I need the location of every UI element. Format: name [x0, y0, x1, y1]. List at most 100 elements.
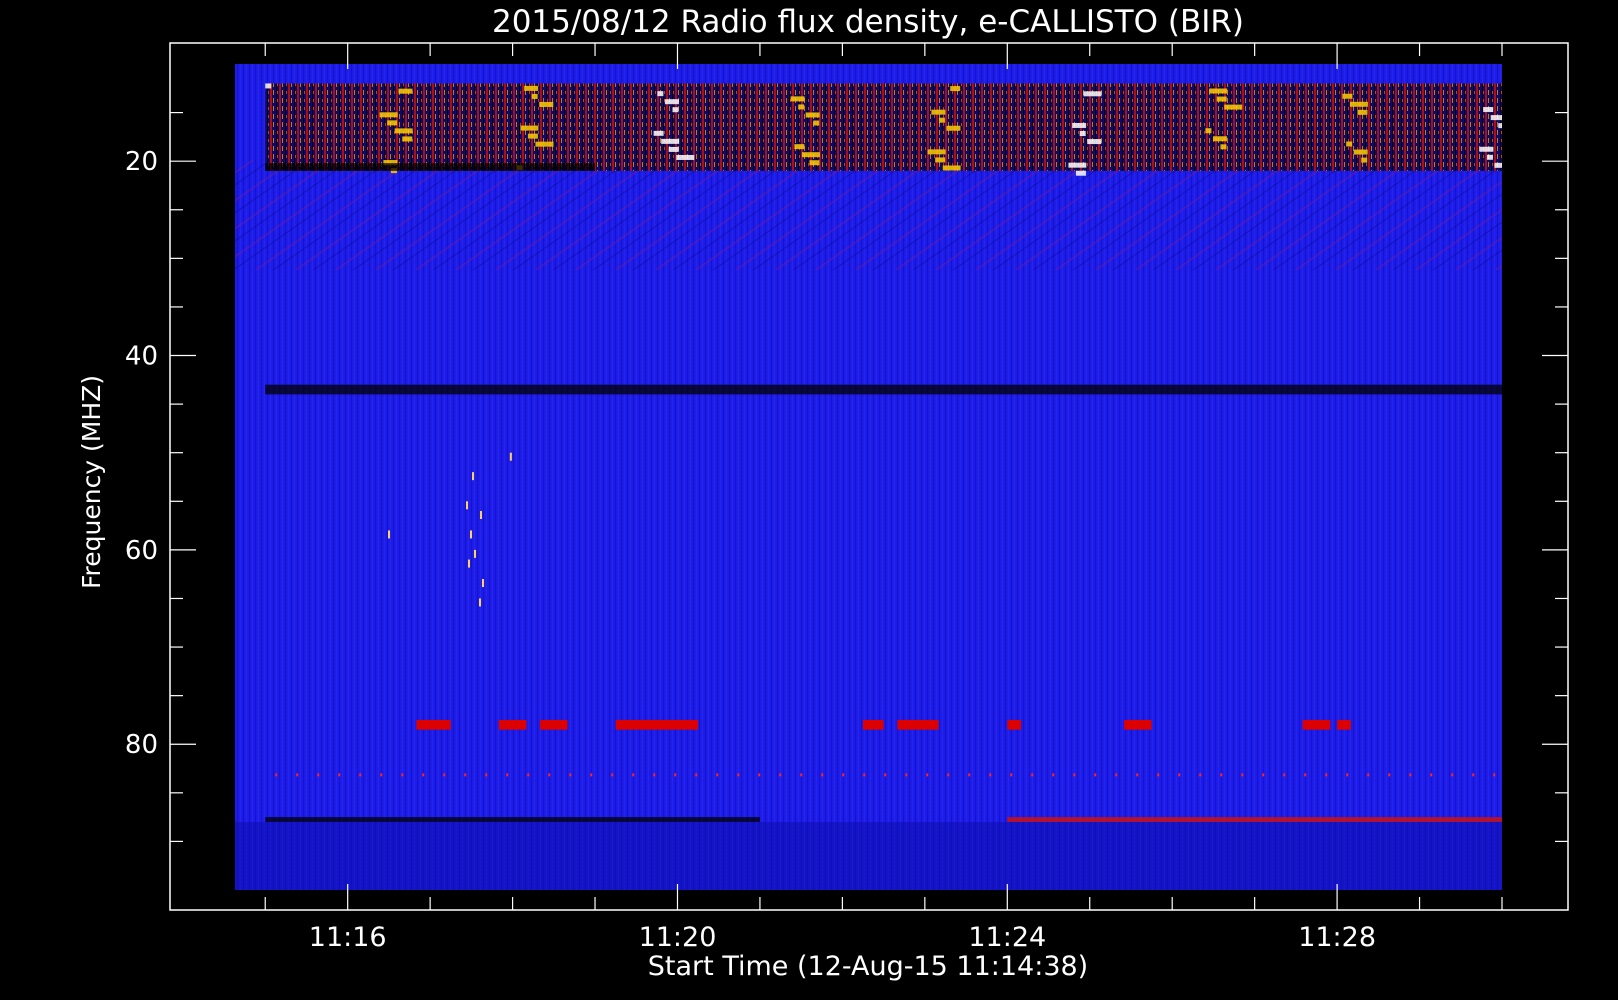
rfi-streak [942, 165, 961, 171]
rfi-streak [664, 99, 679, 105]
rfi-streak [1216, 96, 1227, 102]
y-tick-label: 40 [125, 342, 158, 372]
rfi-streak [1494, 162, 1502, 168]
dot-83mhz [758, 773, 761, 777]
lower-band-shade [235, 821, 1502, 890]
rfi-streak [1220, 144, 1227, 150]
dot-83mhz [443, 773, 446, 777]
rfi-streak [790, 96, 805, 102]
dot-83mhz [737, 773, 740, 777]
dot-83mhz [1409, 773, 1412, 777]
rfi-streak [265, 83, 272, 89]
dot-83mhz [1262, 773, 1265, 777]
rfi-streak [398, 88, 413, 94]
rfi-streak [661, 138, 680, 144]
rfi-streak [1209, 88, 1228, 94]
rfi-streak [1224, 104, 1243, 110]
rfi-streak [657, 91, 664, 97]
rfi-streak [379, 112, 398, 118]
rfi-streak [531, 93, 538, 99]
dot-83mhz [317, 773, 320, 777]
short-burst [466, 501, 468, 510]
dot-83mhz [1451, 773, 1454, 777]
rfi-streak [798, 104, 805, 110]
x-tick-label: 11:16 [309, 922, 387, 953]
rfi-streak [387, 120, 398, 126]
dot-83mhz [485, 773, 488, 777]
short-burst [388, 530, 390, 539]
dot-83mhz [338, 773, 341, 777]
dot-83mhz [1304, 773, 1307, 777]
rfi-streak [1075, 170, 1086, 176]
x-axis-label: Start Time (12-Aug-15 11:14:38) [648, 951, 1088, 982]
short-burst [472, 472, 474, 481]
dot-83mhz [401, 773, 404, 777]
feature-7 [1007, 817, 1502, 822]
dot-83mhz [1031, 773, 1034, 777]
feature-6 [265, 817, 760, 822]
dot-83mhz [611, 773, 614, 777]
short-burst [468, 559, 470, 568]
rfi-streak [1342, 93, 1353, 99]
short-burst [480, 511, 482, 520]
burst-78mhz [1302, 719, 1331, 730]
rfi-streak [931, 109, 946, 115]
rfi-streak [1479, 146, 1494, 152]
spectrogram-image [235, 64, 1502, 890]
feature-0 [265, 83, 1502, 171]
dot-83mhz [1136, 773, 1139, 777]
dot-83mhz [674, 773, 677, 777]
rfi-streak [672, 107, 679, 113]
rfi-streak [539, 101, 554, 107]
dot-83mhz [1178, 773, 1181, 777]
dot-83mhz [1052, 773, 1055, 777]
burst-78mhz [1124, 719, 1152, 730]
burst-78mhz [498, 719, 527, 730]
rfi-streak [1079, 131, 1086, 137]
rfi-streak [950, 86, 961, 92]
feature-1 [265, 163, 596, 171]
dot-83mhz [1115, 773, 1118, 777]
rfi-streak [1083, 91, 1102, 97]
rfi-streak [1212, 136, 1227, 142]
short-burst [482, 579, 484, 588]
dot-83mhz [1157, 773, 1160, 777]
dot-83mhz [695, 773, 698, 777]
burst-78mhz [1007, 719, 1022, 730]
burst-78mhz [416, 719, 451, 730]
dot-83mhz [506, 773, 509, 777]
dot-83mhz [275, 773, 278, 777]
dot-83mhz [1199, 773, 1202, 777]
dot-83mhz [548, 773, 551, 777]
x-tick-label: 11:20 [639, 922, 717, 953]
rfi-streak [927, 149, 946, 155]
dot-83mhz [947, 773, 950, 777]
rfi-streak [935, 157, 946, 163]
dot-83mhz [1388, 773, 1391, 777]
rfi-streak [1483, 107, 1494, 113]
dot-83mhz [464, 773, 467, 777]
dot-83mhz [884, 773, 887, 777]
dot-83mhz [989, 773, 992, 777]
rfi-streak [1349, 101, 1368, 107]
dot-83mhz [716, 773, 719, 777]
dot-83mhz [569, 773, 572, 777]
rfi-streak [1498, 123, 1502, 129]
dot-83mhz [1346, 773, 1349, 777]
rfi-streak [653, 130, 664, 136]
x-tick-label: 11:24 [968, 922, 1046, 953]
rfi-streak [1357, 109, 1368, 115]
rfi-streak [1068, 162, 1087, 168]
rfi-streak [394, 128, 413, 134]
burst-78mhz [897, 719, 939, 730]
rfi-streak [1486, 154, 1493, 160]
rfi-streak [402, 136, 413, 142]
rfi-streak [1205, 128, 1212, 134]
dot-83mhz [1472, 773, 1475, 777]
rfi-streak [1072, 122, 1087, 128]
rfi-streak [801, 152, 820, 158]
dot-83mhz [1325, 773, 1328, 777]
rfi-streak [520, 125, 539, 131]
rfi-streak [794, 144, 805, 150]
burst-78mhz [540, 719, 568, 730]
